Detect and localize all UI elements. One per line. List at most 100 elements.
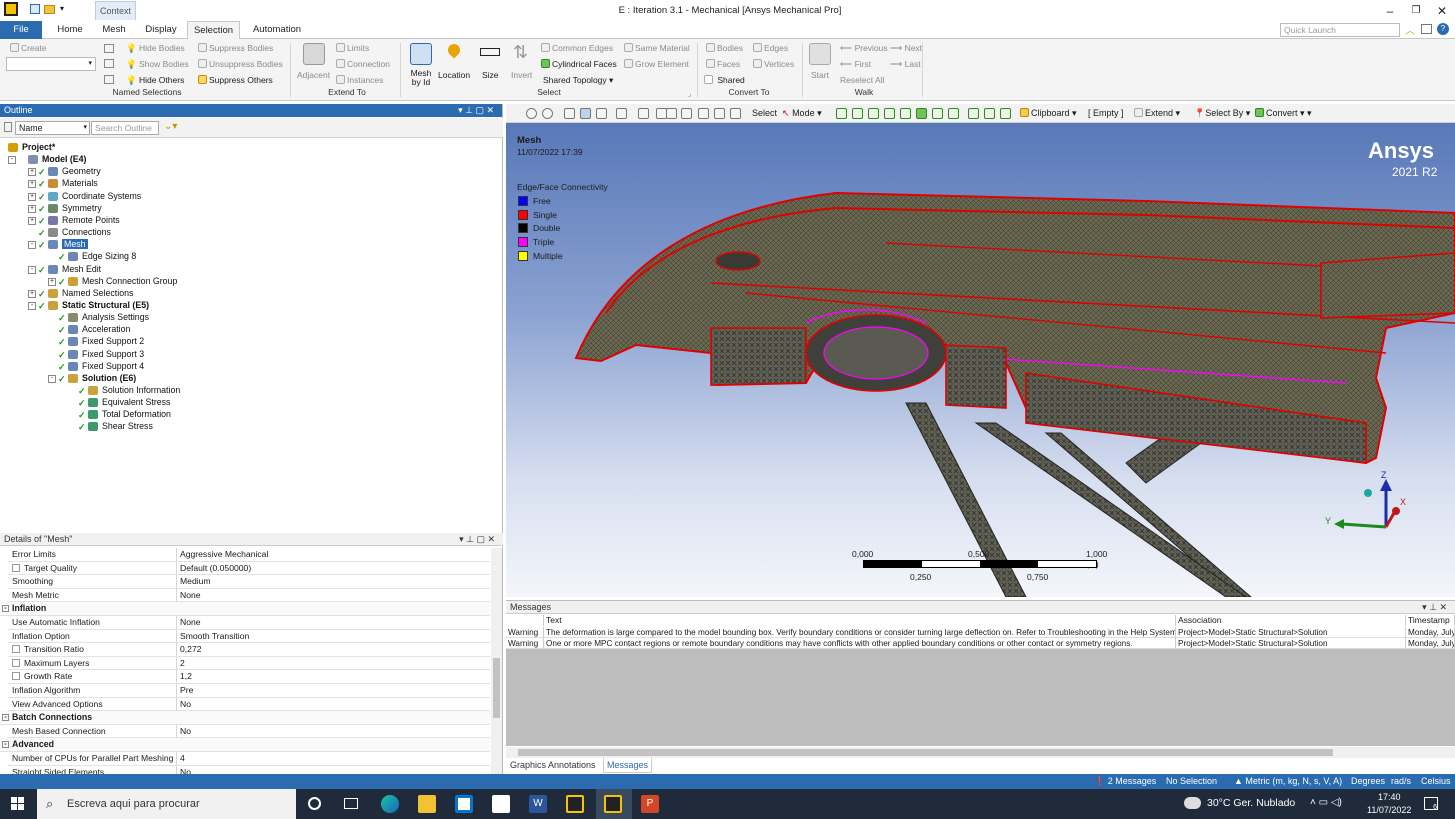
- selection-filter-icon[interactable]: [984, 108, 995, 119]
- outline-filter-dropdown[interactable]: Name ▾: [15, 121, 90, 135]
- tree-node-equivalent-stress[interactable]: ✓ Equivalent Stress: [0, 397, 500, 409]
- task-view-icon[interactable]: [344, 798, 358, 809]
- selection-filter-icon[interactable]: [916, 108, 927, 119]
- messages-col-text[interactable]: Text: [544, 615, 1176, 626]
- details-value[interactable]: Pre: [180, 684, 193, 697]
- message-association[interactable]: Project>Model>Static Structural>Solution: [1176, 627, 1406, 638]
- ribbon-collapse-icon[interactable]: ︿: [1405, 22, 1415, 37]
- tab-home[interactable]: Home: [50, 21, 90, 39]
- selection-filter-icon[interactable]: [948, 108, 959, 119]
- view-tool-icon[interactable]: [526, 108, 537, 119]
- message-timestamp[interactable]: Monday, July 11, 2022 17:34:51: [1406, 627, 1455, 638]
- details-row[interactable]: Smoothing Medium: [8, 575, 490, 589]
- walk-last-button[interactable]: ⟶ Last: [890, 59, 921, 70]
- store-icon[interactable]: [455, 795, 473, 813]
- mail-icon[interactable]: [492, 795, 510, 813]
- details-value[interactable]: Default (0.050000): [180, 562, 251, 575]
- details-row[interactable]: Number of CPUs for Parallel Part Meshing…: [8, 752, 490, 766]
- tab-mesh[interactable]: Mesh: [96, 21, 132, 39]
- details-value[interactable]: Aggressive Mechanical: [180, 548, 268, 561]
- mesh-model[interactable]: [506, 123, 1455, 597]
- filter-funnel-icon[interactable]: ⌄▾: [164, 121, 177, 132]
- walk-first-button[interactable]: ⟵ First: [840, 59, 871, 70]
- details-value[interactable]: 2: [180, 657, 185, 670]
- quick-launch-input[interactable]: Quick Launch: [1280, 23, 1400, 37]
- view-tool-icon[interactable]: [564, 108, 575, 119]
- tree-node-shear-stress[interactable]: ✓ Shear Stress: [0, 421, 500, 433]
- quick-access-dropdown-icon[interactable]: ▾: [60, 4, 64, 13]
- open-icon[interactable]: [44, 5, 55, 14]
- details-value[interactable]: No: [180, 725, 191, 738]
- tree-node-named-selections[interactable]: + ✓ Named Selections: [0, 288, 500, 300]
- details-value[interactable]: 4: [180, 752, 185, 765]
- expand-icon[interactable]: +: [28, 180, 36, 189]
- convert-edges-button[interactable]: Edges: [753, 43, 788, 53]
- selection-filter-icon[interactable]: [836, 108, 847, 119]
- tree-node-symmetry[interactable]: + ✓ Symmetry: [0, 203, 500, 215]
- weather-text[interactable]: 30°C Ger. Nublado: [1207, 797, 1295, 809]
- details-value[interactable]: No: [180, 698, 191, 711]
- rotation-units[interactable]: rad/s: [1391, 774, 1411, 789]
- tray-icons[interactable]: ˄ ▭ ◁): [1310, 797, 1342, 808]
- details-section-batch-connections[interactable]: - Batch Connections: [0, 711, 490, 725]
- message-type[interactable]: Warning: [506, 638, 544, 649]
- collapse-icon[interactable]: -: [28, 301, 36, 310]
- convert-bodies-button[interactable]: Bodies: [706, 43, 743, 53]
- tree-node-connections[interactable]: ✓ Connections: [0, 227, 500, 239]
- messages-col-association[interactable]: Association: [1176, 615, 1406, 626]
- hide-bodies-button[interactable]: 💡 Hide Bodies: [126, 43, 185, 54]
- tree-node-analysis-settings[interactable]: ✓ Analysis Settings: [0, 312, 500, 324]
- tree-node-mesh[interactable]: - ✓ Mesh: [0, 239, 500, 251]
- mechanical-icon[interactable]: [604, 795, 622, 813]
- view-tool-icon[interactable]: [580, 108, 591, 119]
- cylindrical-faces-button[interactable]: Cylindrical Faces: [541, 59, 617, 69]
- adjacent-button[interactable]: Adjacent: [297, 70, 330, 80]
- panel-controls[interactable]: ▾ ⊥ ▢ ✕: [459, 533, 495, 546]
- view-tool-icon[interactable]: [666, 108, 677, 119]
- tree-node-fixed-support-2[interactable]: ✓ Fixed Support 2: [0, 336, 500, 348]
- details-row[interactable]: Inflation Option Smooth Transition: [8, 629, 490, 644]
- message-type[interactable]: Warning: [506, 627, 544, 638]
- selection-filter-icon[interactable]: [1000, 108, 1011, 119]
- collapse-icon[interactable]: -: [48, 374, 56, 383]
- view-tool-icon[interactable]: [730, 108, 741, 119]
- windows-start-icon[interactable]: [11, 797, 24, 810]
- expand-icon[interactable]: +: [28, 204, 36, 213]
- details-value[interactable]: 1,2: [180, 670, 192, 683]
- size-button[interactable]: Size: [482, 70, 499, 80]
- minimize-button[interactable]: –: [1380, 3, 1400, 19]
- tree-node-mesh-edit[interactable]: - ✓ Mesh Edit: [0, 264, 500, 276]
- tree-node-coordinate-systems[interactable]: + ✓ Coordinate Systems: [0, 191, 500, 203]
- details-value[interactable]: 0,272: [180, 643, 202, 656]
- messages-hscrollbar[interactable]: [506, 747, 1455, 758]
- details-row[interactable]: Growth Rate 1,2: [8, 670, 490, 684]
- mesh-by-id-button[interactable]: Mesh by Id: [406, 69, 436, 87]
- checkbox-icon[interactable]: [12, 645, 20, 654]
- selection-filter-icon[interactable]: [868, 108, 879, 119]
- tree-node-remote-points[interactable]: + ✓ Remote Points: [0, 215, 500, 227]
- details-scrollbar[interactable]: [491, 548, 502, 774]
- collapse-icon[interactable]: -: [2, 741, 9, 749]
- tab-file[interactable]: File: [0, 21, 42, 39]
- expand-icon[interactable]: +: [28, 168, 36, 177]
- convert-faces-button[interactable]: Faces: [706, 59, 740, 69]
- tree-node-geometry[interactable]: + ✓ Geometry: [0, 166, 500, 178]
- word-icon[interactable]: W: [529, 795, 547, 813]
- view-tool-icon[interactable]: [596, 108, 607, 119]
- instances-button[interactable]: Instances: [336, 75, 383, 85]
- collapse-icon[interactable]: -: [2, 605, 9, 613]
- details-value[interactable]: None: [180, 616, 201, 629]
- temperature-units[interactable]: Celsius: [1421, 774, 1451, 789]
- details-section-inflation[interactable]: - Inflation: [0, 602, 490, 616]
- checkbox-icon[interactable]: [12, 658, 20, 667]
- taskbar-search-input[interactable]: ⌕ Escreva aqui para procurar: [37, 789, 296, 819]
- panel-controls[interactable]: ▾ ⊥ ✕: [1422, 601, 1447, 614]
- hide-others-button[interactable]: 💡 Hide Others: [126, 75, 184, 86]
- create-button[interactable]: Create: [10, 43, 47, 53]
- expand-icon[interactable]: +: [28, 216, 36, 225]
- expand-icon[interactable]: +: [28, 289, 36, 298]
- named-selection-dropdown[interactable]: ▾: [6, 57, 96, 71]
- details-row[interactable]: Inflation Algorithm Pre: [8, 684, 490, 698]
- details-row[interactable]: Maximum Layers 2: [8, 656, 490, 671]
- panel-controls[interactable]: ▾ ⊥ ▢ ✕: [458, 104, 494, 117]
